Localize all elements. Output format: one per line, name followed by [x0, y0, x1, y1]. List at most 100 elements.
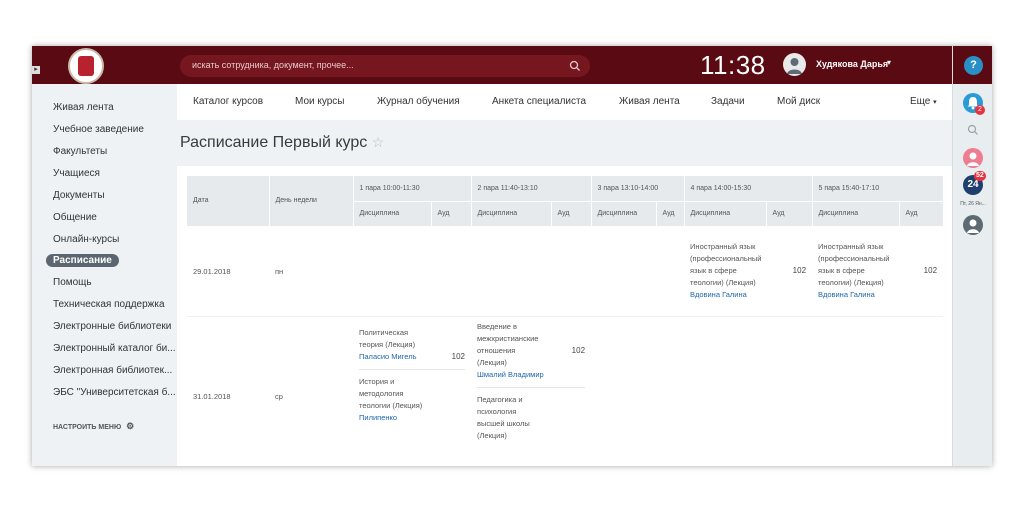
column-header-weekday: Дeнь недели: [269, 176, 354, 227]
lesson-aud: 102: [792, 265, 807, 275]
column-header-pair-1: 1 пара 10:00-11:30: [353, 176, 472, 202]
user-silhouette-icon: [967, 152, 979, 166]
table-row: 29.01.2018 пн Иностранный язык (професси…: [187, 226, 944, 317]
schedule-table: Дата Дeнь недели 1 пара 10:00-11:30 2 па…: [187, 176, 944, 466]
subheader-aud: Ауд: [431, 201, 472, 227]
sidebar-item-online-courses[interactable]: Онлайн-курсы: [53, 234, 119, 245]
lesson-entry: История и методология теологии (Лекция) …: [359, 376, 423, 424]
subheader-discipline: Дисциплина: [812, 201, 900, 227]
cell-pair-4: [684, 316, 813, 466]
help-button[interactable]: ?: [964, 56, 983, 75]
lesson-aud: 102: [451, 351, 466, 361]
teacher-link[interactable]: Вдовина Галина: [818, 289, 900, 301]
tab-course-catalog[interactable]: Каталог курсов: [193, 96, 263, 107]
lesson-entry: Введение в межхристианские отношения (Ле…: [477, 321, 586, 388]
column-header-pair-4: 4 пара 14:00-15:30: [684, 176, 813, 202]
sidebar-item-documents[interactable]: Документы: [53, 190, 105, 201]
app-window: ▸ искать сотрудника, документ, прочее...…: [32, 46, 992, 466]
bitrix24-icon[interactable]: 24 52: [963, 171, 986, 195]
chevron-down-icon[interactable]: ▾: [887, 58, 891, 67]
teacher-link[interactable]: Вдовина Галина: [690, 289, 772, 301]
contact-avatar[interactable]: [963, 148, 983, 168]
sidebar-item-support[interactable]: Техническая поддержка: [53, 299, 165, 310]
cell-pair-5: Иностранный язык (профессиональный язык …: [812, 226, 944, 317]
cell-weekday: ср: [269, 316, 353, 466]
rail-date: Пт, 26 Ян...: [960, 201, 986, 207]
teacher-link[interactable]: Пилипенко: [359, 412, 423, 424]
search-icon[interactable]: [568, 59, 582, 73]
tab-specialist-form[interactable]: Анкета специалиста: [492, 96, 586, 107]
collapse-menu-icon[interactable]: ▸: [32, 66, 40, 74]
tab-tasks[interactable]: Задачи: [711, 96, 745, 107]
column-header-pair-2: 2 пара 11:40-13:10: [471, 176, 592, 202]
column-header-pair-5: 5 пара 15:40-17:10: [812, 176, 944, 202]
user-avatar[interactable]: [783, 53, 806, 76]
cell-pair-1: Политическая теория (Лекция) Паласио Миг…: [353, 316, 472, 466]
configure-menu-label: НАСТРОИТЬ МЕНЮ: [53, 424, 122, 431]
cell-pair-5: [812, 316, 944, 466]
tab-my-drive[interactable]: Мой диск: [777, 96, 820, 107]
contact-avatar[interactable]: [963, 215, 983, 235]
subheader-discipline: Дисциплина: [684, 201, 767, 227]
tab-more[interactable]: Еще ▾: [910, 96, 937, 107]
lesson-subject: Политическая теория (Лекция): [359, 327, 416, 349]
university-logo[interactable]: [68, 48, 104, 84]
teacher-link[interactable]: Шмалий Владимир: [477, 369, 547, 381]
subheader-aud: Ауд: [656, 201, 685, 227]
chevron-down-icon: ▾: [933, 99, 937, 106]
sidebar-item-schedule[interactable]: Расписание: [46, 254, 119, 267]
table-row: 31.01.2018 ср Политическая теория (Лекци…: [187, 316, 944, 466]
subheader-aud: Ауд: [899, 201, 944, 227]
lesson-entry: Педагогика и психология высшей школы (Ле…: [477, 394, 541, 442]
configure-menu-button[interactable]: НАСТРОИТЬ МЕНЮ ⚙: [53, 421, 134, 432]
sidebar-item-e-library[interactable]: Электронная библиотек...: [53, 365, 172, 376]
schedule-panel: Дата Дeнь недели 1 пара 10:00-11:30 2 па…: [177, 166, 952, 466]
tab-learning-journal[interactable]: Журнал обучения: [377, 96, 460, 107]
cell-weekday: пн: [269, 226, 353, 317]
lesson-entry: Политическая теория (Лекция) Паласио Миг…: [359, 327, 466, 370]
tab-my-courses[interactable]: Мои курсы: [295, 96, 345, 107]
subheader-discipline: Дисциплина: [591, 201, 657, 227]
notifications-badge: 2: [975, 105, 985, 115]
notifications-bell-icon[interactable]: 2: [963, 93, 985, 115]
sidebar-item-e-libraries[interactable]: Электронные библиотеки: [53, 321, 171, 332]
tab-live-feed[interactable]: Живая лента: [619, 96, 680, 107]
right-rail: ? 2 24 52 Пт, 26 Ян...: [952, 46, 992, 466]
teacher-link[interactable]: Паласио Мигель: [359, 351, 423, 363]
lesson-subject: Педагогика и психология высшей школы (Ле…: [477, 394, 530, 440]
sidebar-item-feed[interactable]: Живая лента: [53, 102, 114, 113]
sidebar-item-institution[interactable]: Учебное заведение: [53, 124, 144, 135]
cell-date: 31.01.2018: [187, 316, 269, 466]
sidebar-item-e-catalog[interactable]: Электронный каталог би...: [53, 343, 176, 354]
cell-pair-1: [353, 226, 472, 317]
lesson-subject: Иностранный язык (профессиональный язык …: [690, 241, 762, 287]
lesson-subject: Введение в межхристианские отношения (Ле…: [477, 321, 539, 367]
sidebar-item-faculties[interactable]: Факультеты: [53, 146, 107, 157]
user-name[interactable]: Худякова Дарья: [816, 59, 888, 69]
subheader-discipline: Дисциплина: [471, 201, 552, 227]
sidebar-item-help[interactable]: Помощь: [53, 277, 92, 288]
page-title: Расписание Первый курс ☆: [180, 134, 384, 152]
main-content: Каталог курсов Мои курсы Журнал обучения…: [177, 84, 952, 466]
page-title-text: Расписание Первый курс: [180, 134, 368, 151]
lesson-aud: 102: [923, 265, 938, 275]
search-bar[interactable]: искать сотрудника, документ, прочее...: [180, 55, 590, 77]
sidebar-item-students[interactable]: Учащиеся: [53, 168, 100, 179]
sidebar-item-ebs[interactable]: ЭБС "Университетская б...: [53, 387, 176, 398]
lesson-subject: История и методология теологии (Лекция): [359, 376, 423, 410]
subheader-discipline: Дисциплина: [353, 201, 432, 227]
star-icon[interactable]: ☆: [372, 134, 385, 150]
cell-pair-2: [471, 226, 592, 317]
left-menu: Живая лента Учебное заведение Факультеты…: [32, 84, 177, 466]
bitrix24-badge: 52: [974, 171, 986, 181]
subheader-aud: Ауд: [766, 201, 813, 227]
cell-pair-3: [591, 226, 685, 317]
search-icon[interactable]: [966, 123, 980, 137]
top-tabs: Каталог курсов Мои курсы Журнал обучения…: [177, 84, 952, 120]
user-silhouette-icon: [787, 58, 802, 74]
sidebar-item-communication[interactable]: Общение: [53, 212, 97, 223]
search-input[interactable]: искать сотрудника, документ, прочее...: [192, 60, 354, 70]
clock[interactable]: 11:38: [700, 50, 766, 81]
lesson-aud: 102: [571, 345, 586, 355]
lesson-subject: Иностранный язык (профессиональный язык …: [818, 241, 890, 287]
